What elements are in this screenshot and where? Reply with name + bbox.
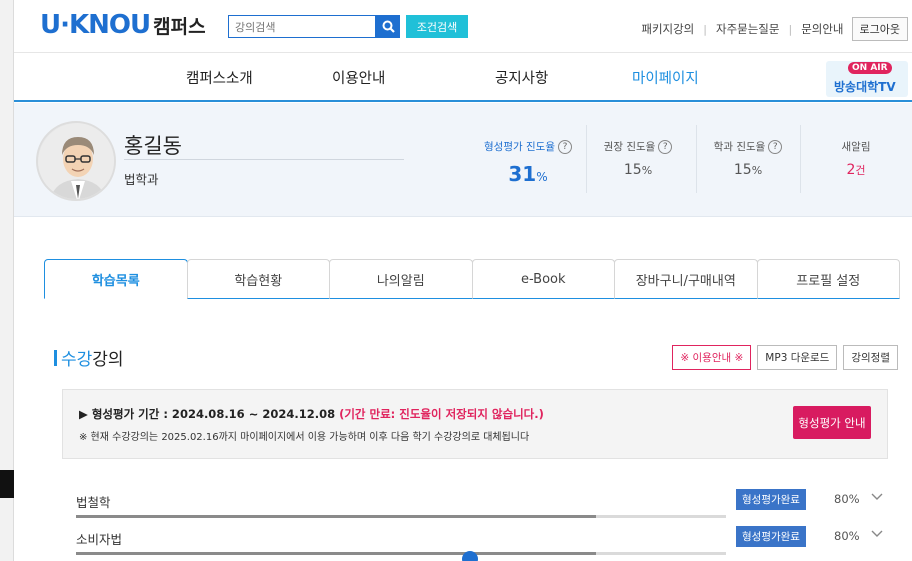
tab-my-alerts[interactable]: 나의알림 [329,259,473,299]
progress-track [76,515,726,518]
util-link-package[interactable]: 패키지강의 [641,21,694,37]
mp3-download-button[interactable]: MP3 다운로드 [757,345,838,370]
progress-fill [76,552,596,555]
utility-links: 패키지강의 | 자주묻는질문 | 문의안내 로그아웃 [641,17,908,41]
onair-tv-link[interactable]: ON AIR 방송대학TV [826,61,908,97]
stat-unit: % [751,164,763,177]
nav-item-mypage[interactable]: 마이페이지 [632,67,699,88]
section-title-highlight: 수강 [61,350,93,370]
progress-track [76,552,726,555]
search-button[interactable] [376,15,400,38]
left-dark-strip [0,470,14,498]
notice-period: ▶ 형성평가 기간 : 2024.08.16 ~ 2024.12.08 (기간 … [79,406,544,422]
stat-value: 31 [508,162,537,186]
util-link-inquiry[interactable]: 문의안내 [801,21,843,37]
stat-value: 15 [623,162,642,178]
stat-department-progress: 학과 진도율? 15% [696,139,800,178]
notice-period-label: ▶ 형성평가 기간 : 2024.08.16 ~ 2024.12.08 [79,407,340,421]
profile-summary: 홍길동 법학과 형성평가 진도율? 31% 권장 진도율? 15% 학과 진도율… [14,103,912,217]
help-icon[interactable]: ? [658,139,673,154]
search-input[interactable] [229,17,375,38]
nav-item-guide[interactable]: 이용안내 [332,67,385,88]
util-separator: | [788,22,793,36]
page: U·KNOU 캠퍼스 조건검색 패키지강의 | 자주묻는질문 | 문의안내 로그… [14,0,912,561]
course-row[interactable]: 법철학 형성평가완료 80% [62,485,904,519]
search-icon [382,20,395,33]
status-badge: 형성평가완료 [736,489,806,510]
nav-item-campus-intro[interactable]: 캠퍼스소개 [186,67,253,88]
tab-learning-status[interactable]: 학습현황 [186,259,330,299]
util-link-faq[interactable]: 자주묻는질문 [716,21,779,37]
course-name[interactable]: 법철학 [76,492,111,511]
tab-cart-purchases[interactable]: 장바구니/구매내역 [614,259,758,299]
onair-label: 방송대학TV [834,80,896,94]
logo-main: U·KNOU [40,10,151,40]
chevron-down-icon[interactable] [870,526,884,540]
stat-unit: % [536,170,548,184]
main-nav: 캠퍼스소개 이용안내 공지사항 마이페이지 ON AIR 방송대학TV [14,52,912,102]
util-separator: | [703,22,707,36]
section-title: 수강 강의 [54,345,124,370]
user-department: 법학과 [124,172,159,187]
section-actions: ※ 이용안내 ※ MP3 다운로드 강의정렬 [672,345,898,370]
mypage-tabs: 학습목록 학습현황 나의알림 e-Book 장바구니/구매내역 프로필 설정 [44,259,900,299]
tab-profile-settings[interactable]: 프로필 설정 [756,259,900,299]
site-logo[interactable]: U·KNOU 캠퍼스 [40,10,206,40]
course-progress: 80% [834,529,860,543]
user-name: 홍길동 [124,134,182,158]
search-field[interactable] [228,15,376,38]
course-row[interactable]: 소비자법 형성평가완료 80% [62,522,904,556]
course-name[interactable]: 소비자법 [76,529,122,548]
title-accent-bar [54,349,57,366]
logout-button[interactable]: 로그아웃 [851,17,908,41]
notice-subtext: ※ 현재 수강강의는 2025.02.16까지 마이페이지에서 이용 가능하며 … [79,432,530,443]
browser-frame: U·KNOU 캠퍼스 조건검색 패키지강의 | 자주묻는질문 | 문의안내 로그… [0,0,912,561]
stat-formative-progress: 형성평가 진도율? 31% [476,139,580,186]
nav-item-notice[interactable]: 공지사항 [495,67,548,88]
scroll-indicator[interactable] [462,551,478,561]
tab-ebook[interactable]: e-Book [471,259,615,299]
stat-unit: % [641,164,653,177]
formative-eval-notice: ▶ 형성평가 기간 : 2024.08.16 ~ 2024.12.08 (기간 … [62,389,888,459]
chevron-down-icon[interactable] [870,489,884,503]
divider [124,159,404,160]
divider [800,125,801,193]
section-title-rest: 강의 [92,350,124,370]
stat-new-alerts[interactable]: 새알림 2건 [804,139,908,178]
top-header: U·KNOU 캠퍼스 조건검색 패키지강의 | 자주묻는질문 | 문의안내 로그… [14,0,912,52]
stat-label: 권장 진도율 [603,141,656,153]
stat-label: 학과 진도율 [713,141,766,153]
sort-lectures-button[interactable]: 강의정렬 [843,345,898,370]
stat-unit: 건 [855,164,866,177]
tab-course-list[interactable]: 학습목록 [44,259,188,299]
usage-guide-button[interactable]: ※ 이용안내 ※ [672,345,752,370]
stat-recommended-progress: 권장 진도율? 15% [586,139,690,178]
user-avatar-icon [38,123,114,199]
notice-period-warning: (기간 만료: 진도율이 저장되지 않습니다.) [339,407,544,421]
help-icon[interactable]: ? [557,139,572,154]
stat-label: 새알림 [841,141,871,153]
avatar [36,121,116,201]
help-icon[interactable]: ? [768,139,783,154]
stat-label: 형성평가 진도율 [484,141,555,153]
stat-value: 15 [733,162,752,178]
status-badge: 형성평가완료 [736,526,806,547]
formative-eval-guide-button[interactable]: 형성평가 안내 [793,406,871,439]
advanced-search-button[interactable]: 조건검색 [406,15,468,38]
progress-fill [76,515,596,518]
course-progress: 80% [834,492,860,506]
logo-sub: 캠퍼스 [153,16,206,38]
onair-badge: ON AIR [848,62,892,74]
